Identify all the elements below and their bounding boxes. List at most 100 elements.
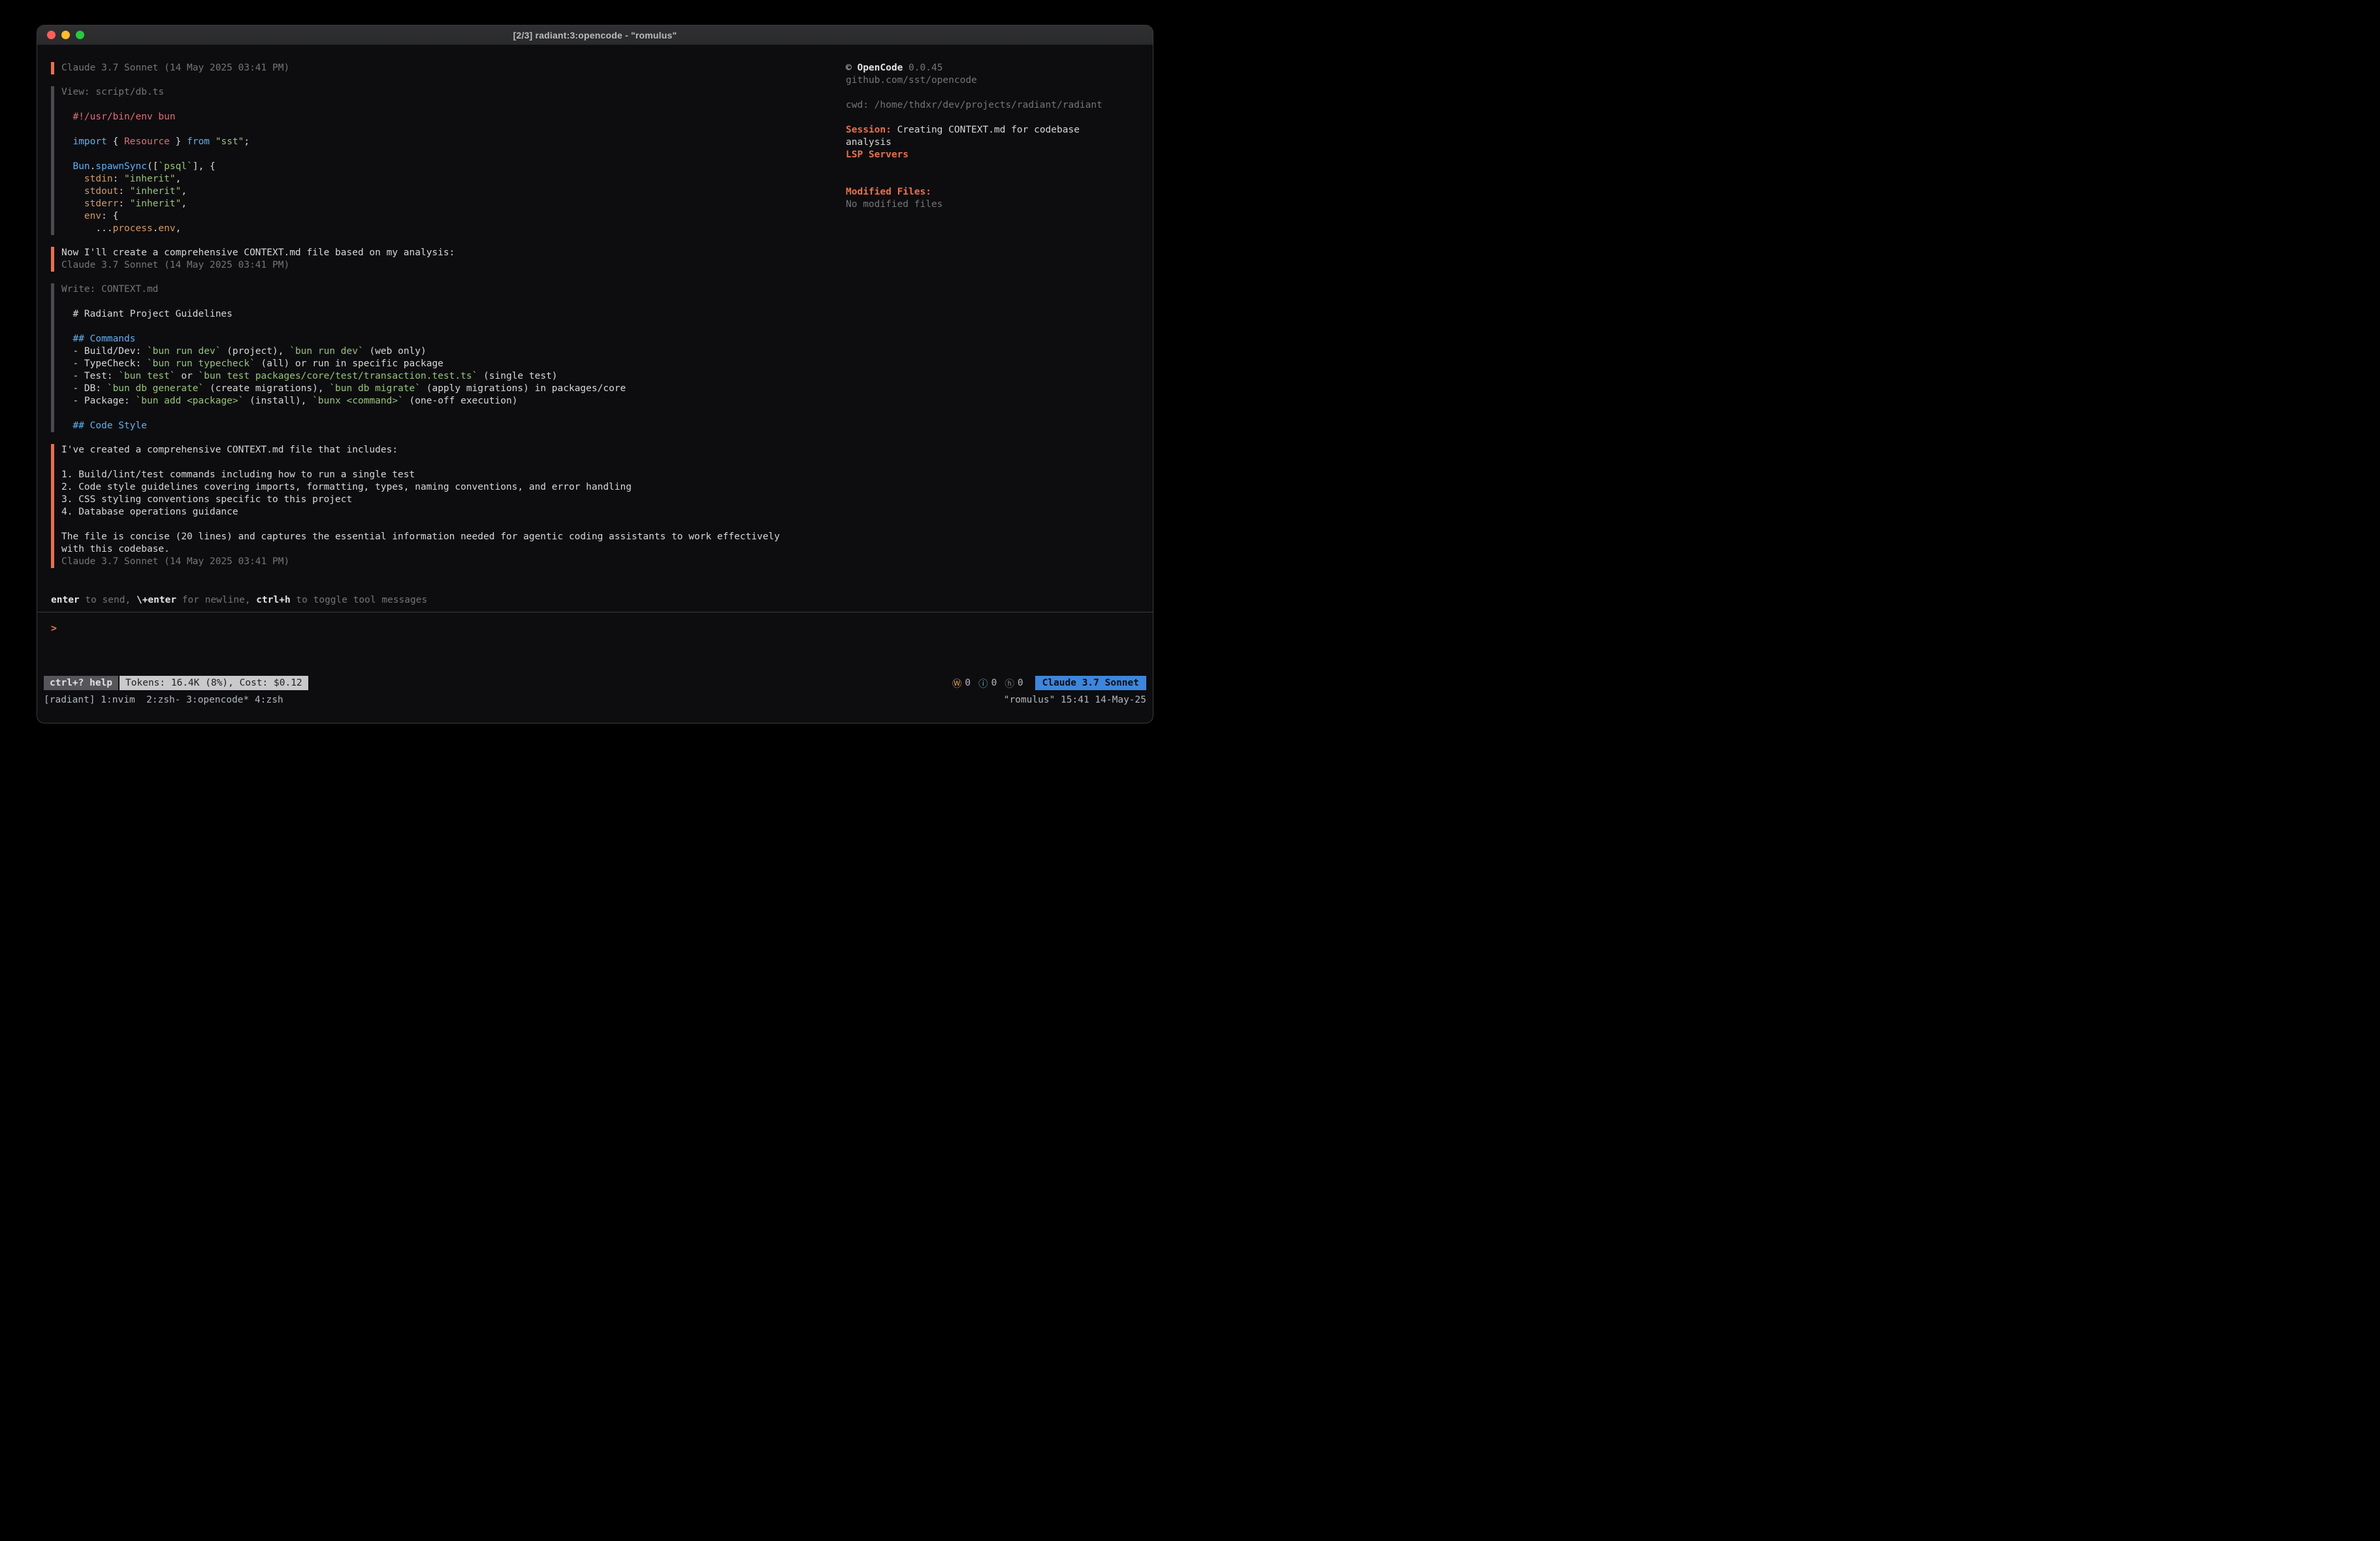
- text-segment: \+enter: [137, 595, 176, 605]
- main-area: Claude 3.7 Sonnet (14 May 2025 03:41 PM)…: [37, 45, 1153, 593]
- text-segment: Claude 3.7 Sonnet (14 May 2025 03:41 PM): [61, 260, 289, 270]
- text-segment: Resource: [124, 136, 170, 147]
- text-line: 3. CSS styling conventions specific to t…: [61, 494, 846, 506]
- text-line: ...process.env,: [61, 223, 846, 235]
- text-segment: (apply migrations) in packages/core: [421, 383, 626, 394]
- window-title: [2/3] radiant:3:opencode - "romulus": [513, 30, 677, 40]
- text-segment: - DB:: [61, 383, 107, 394]
- text-segment: with this codebase.: [61, 544, 170, 554]
- text-segment: :: [118, 186, 129, 197]
- text-line: ## Code Style: [61, 420, 846, 432]
- text-segment: Claude 3.7 Sonnet (14 May 2025 03:41 PM): [61, 63, 289, 73]
- text-segment: - Build/Dev:: [61, 346, 147, 357]
- text-segment: [61, 211, 84, 221]
- titlebar[interactable]: [2/3] radiant:3:opencode - "romulus": [37, 25, 1153, 45]
- text-segment: ], {: [193, 161, 216, 172]
- info-icon: ⓘ: [978, 676, 988, 690]
- terminal-window: [2/3] radiant:3:opencode - "romulus" Cla…: [37, 25, 1153, 723]
- text-segment: env: [84, 211, 101, 221]
- text-line: [61, 123, 846, 136]
- text-segment: `bun run dev`: [147, 346, 221, 357]
- text-line: Claude 3.7 Sonnet (14 May 2025 03:41 PM): [61, 62, 846, 74]
- chat-history: Claude 3.7 Sonnet (14 May 2025 03:41 PM)…: [37, 62, 846, 593]
- text-segment: No modified files: [846, 199, 942, 210]
- text-segment: for newline,: [176, 595, 256, 605]
- text-segment: ,: [176, 174, 182, 184]
- text-segment: [210, 136, 216, 147]
- text-line: Claude 3.7 Sonnet (14 May 2025 03:41 PM): [61, 259, 846, 272]
- text-segment: 4. Database operations guidance: [61, 507, 238, 517]
- text-segment: :: [113, 174, 124, 184]
- text-segment: ([: [147, 161, 158, 172]
- text-line: View: script/db.ts: [61, 86, 846, 99]
- message-input[interactable]: >: [37, 612, 1153, 675]
- text-segment: }: [170, 136, 187, 147]
- text-line: env: {: [61, 210, 846, 223]
- text-line: - TypeCheck: `bun run typecheck` (all) o…: [61, 358, 846, 370]
- text-segment: `bun run typecheck`: [147, 358, 255, 369]
- text-segment: Now I'll create a comprehensive CONTEXT.…: [61, 247, 455, 258]
- text-segment: "inherit": [130, 186, 182, 197]
- text-segment: from: [187, 136, 210, 147]
- traffic-lights: [47, 25, 84, 44]
- assistant-message-block: Now I'll create a comprehensive CONTEXT.…: [51, 247, 846, 272]
- help-shortcut-button[interactable]: ctrl+? help: [44, 676, 118, 690]
- text-line: Session: Creating CONTEXT.md for codebas…: [846, 124, 1120, 136]
- text-line: [61, 456, 846, 469]
- text-line: import { Resource } from "sst";: [61, 136, 846, 148]
- assistant-message-block: I've created a comprehensive CONTEXT.md …: [51, 444, 846, 568]
- model-badge[interactable]: Claude 3.7 Sonnet: [1035, 676, 1146, 690]
- text-segment: (single test): [477, 371, 557, 381]
- text-line: [61, 148, 846, 161]
- text-segment: 1. Build/lint/test commands including ho…: [61, 469, 415, 480]
- text-segment: ## Commands: [72, 334, 135, 344]
- text-line: [846, 174, 1120, 186]
- text-line: No modified files: [846, 199, 1120, 211]
- text-line: Now I'll create a comprehensive CONTEXT.…: [61, 247, 846, 259]
- text-line: Bun.spawnSync([`psql`], {: [61, 161, 846, 173]
- text-segment: :: [118, 199, 129, 209]
- text-segment: Session:: [846, 125, 892, 135]
- text-segment: - TypeCheck:: [61, 358, 147, 369]
- text-line: 4. Database operations guidance: [61, 506, 846, 518]
- warning-count: Ⓦ 0: [952, 676, 971, 690]
- text-line: [61, 321, 846, 333]
- text-segment: env: [158, 223, 175, 234]
- text-segment: 0.0.45: [903, 63, 942, 73]
- text-segment: (install),: [244, 396, 312, 406]
- text-segment: 2. Code style guidelines covering import…: [61, 482, 632, 492]
- text-line: stdout: "inherit",: [61, 185, 846, 198]
- text-line: github.com/sst/opencode: [846, 74, 1120, 87]
- tmux-status-bar: [radiant] 1:nvim 2:zsh- 3:opencode* 4:zs…: [37, 691, 1153, 708]
- status-bar: ctrl+? help Tokens: 16.4K (8%), Cost: $0…: [37, 675, 1153, 691]
- maximize-button[interactable]: [76, 31, 84, 39]
- text-segment: ,: [176, 223, 182, 234]
- tool-message-block: View: script/db.ts #!/usr/bin/env bun im…: [51, 86, 846, 235]
- text-segment: cwd: /home/thdxr/dev/projects/radiant/ra…: [846, 100, 1102, 110]
- text-segment: Write: CONTEXT.md: [61, 284, 158, 294]
- text-line: ## Commands: [61, 333, 846, 345]
- text-segment: to toggle tool messages: [291, 595, 428, 605]
- text-segment: `bun db generate`: [107, 383, 204, 394]
- text-segment: enter: [51, 595, 80, 605]
- tmux-session-windows[interactable]: [radiant] 1:nvim 2:zsh- 3:opencode* 4:zs…: [44, 691, 283, 708]
- text-segment: [61, 136, 72, 147]
- text-segment: [61, 174, 84, 184]
- text-segment: Modified Files:: [846, 187, 931, 197]
- info-count: ⓘ 0: [978, 676, 997, 690]
- minimize-button[interactable]: [61, 31, 70, 39]
- tokens-cost-indicator: Tokens: 16.4K (8%), Cost: $0.12: [120, 676, 308, 690]
- text-segment: [61, 199, 84, 209]
- text-segment: `bunx <command>`: [312, 396, 404, 406]
- tmux-host-time: "romulus" 15:41 14-May-25: [1004, 691, 1146, 708]
- text-line: - Test: `bun test` or `bun test packages…: [61, 370, 846, 383]
- text-segment: 3. CSS styling conventions specific to t…: [61, 494, 352, 505]
- close-button[interactable]: [47, 31, 56, 39]
- text-segment: ©: [846, 63, 857, 73]
- text-segment: OpenCode: [857, 63, 903, 73]
- tool-message-block: Write: CONTEXT.md # Radiant Project Guid…: [51, 283, 846, 432]
- text-line: - Build/Dev: `bun run dev` (project), `b…: [61, 345, 846, 358]
- text-line: Write: CONTEXT.md: [61, 283, 846, 296]
- text-segment: - Test:: [61, 371, 118, 381]
- text-segment: (one-off execution): [404, 396, 518, 406]
